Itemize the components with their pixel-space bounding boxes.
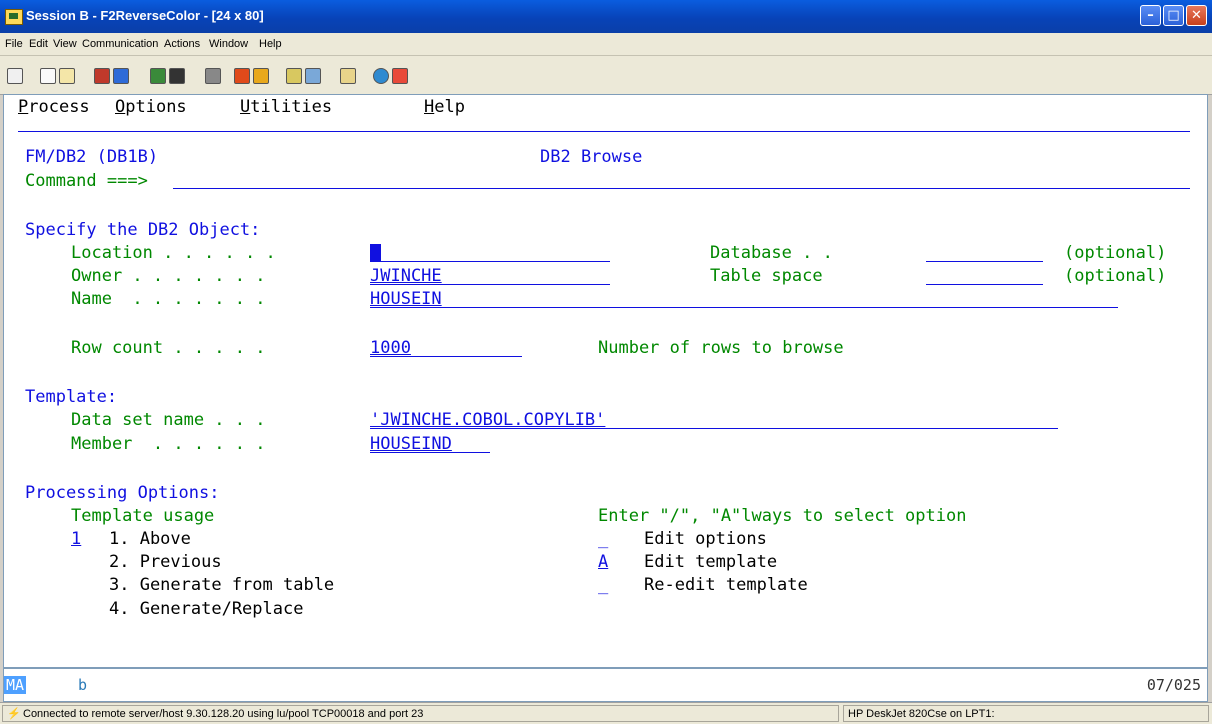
dsname-input-underline <box>370 428 1058 429</box>
owner-label: Owner . . . . . . . <box>71 266 266 286</box>
clipboard-icon[interactable] <box>340 68 356 84</box>
option-hint: Enter "/", "A"lways to select option <box>598 506 967 526</box>
connection-icon: ⚡ <box>7 708 21 720</box>
member-label: Member . . . . . . <box>71 434 266 454</box>
action-options[interactable]: Options <box>115 97 187 117</box>
command-label: Command ===> <box>25 171 148 191</box>
connection-status-panel: ⚡ Connected to remote server/host 9.30.1… <box>2 705 839 722</box>
mode-indicator: MA <box>4 676 27 694</box>
menu-bar: File Edit View Communication Actions Win… <box>0 33 1212 56</box>
text-cursor <box>370 244 381 262</box>
printer-status-panel: HP DeskJet 820Cse on LPT1: <box>843 705 1209 722</box>
action-help[interactable]: Help <box>424 97 465 117</box>
edit-options-input[interactable]: _ <box>598 529 608 549</box>
window-title: Session B - F2ReverseColor - [24 x 80] <box>26 8 264 23</box>
usage-option-1: 1. Above <box>109 529 191 549</box>
database-label: Database . . <box>710 243 833 263</box>
rowcount-input[interactable]: 1000 <box>370 338 411 358</box>
template-heading: Template: <box>25 387 118 407</box>
screen-icon[interactable] <box>169 68 185 84</box>
name-input-underline <box>370 307 1118 308</box>
maximize-button[interactable]: □ <box>1163 5 1184 26</box>
menu-communication[interactable]: Communication <box>82 38 158 50</box>
macro-stop-icon[interactable] <box>286 68 302 84</box>
name-input[interactable]: HOUSEIN <box>370 289 442 309</box>
edit-template-input[interactable]: A <box>598 552 608 572</box>
database-input-underline <box>926 261 1043 262</box>
dsname-input[interactable]: 'JWINCHE.COBOL.COPYLIB' <box>370 410 605 430</box>
reedit-template-input[interactable]: _ <box>598 575 608 595</box>
printer-status: HP DeskJet 820Cse on LPT1: <box>848 708 995 720</box>
bookmark-icon[interactable] <box>392 68 408 84</box>
session-indicator: b <box>78 676 88 694</box>
terminal-screen[interactable]: Process Options Utilities Help FM/DB2 (D… <box>3 94 1208 668</box>
macro-run-icon[interactable] <box>305 68 321 84</box>
display-icon[interactable] <box>7 68 23 84</box>
menu-file[interactable]: File <box>5 38 23 50</box>
menu-edit[interactable]: Edit <box>29 38 48 50</box>
keyboard-map-icon[interactable] <box>150 68 166 84</box>
usage-heading: Template usage <box>71 506 215 526</box>
minimize-button[interactable]: – <box>1140 5 1161 26</box>
menu-window[interactable]: Window <box>209 38 248 50</box>
action-process[interactable]: Process <box>18 97 90 117</box>
command-input-underline <box>173 188 1190 189</box>
menu-actions[interactable]: Actions <box>164 38 200 50</box>
toolbar <box>0 56 1212 95</box>
menu-help[interactable]: Help <box>259 38 282 50</box>
cursor-position: 07/025 <box>1146 676 1201 694</box>
member-input[interactable]: HOUSEIND <box>370 434 452 454</box>
copy-icon[interactable] <box>40 68 56 84</box>
macro-record-icon[interactable] <box>234 68 250 84</box>
usage-selection-input[interactable]: 1 <box>71 529 81 549</box>
owner-input-underline <box>370 284 610 285</box>
tablespace-label: Table space <box>710 266 823 286</box>
database-hint: (optional) <box>1064 243 1167 263</box>
edit-template-label: Edit template <box>644 552 778 572</box>
dsname-label: Data set name . . . <box>71 410 266 430</box>
status-bar: ⚡ Connected to remote server/host 9.30.1… <box>0 702 1212 724</box>
location-input-underline <box>370 261 610 262</box>
action-utilities[interactable]: Utilities <box>240 97 332 117</box>
title-bar: Session B - F2ReverseColor - [24 x 80] –… <box>0 0 1212 33</box>
rowcount-label: Row count . . . . . <box>71 338 266 358</box>
edit-options-label: Edit options <box>644 529 767 549</box>
paste-icon[interactable] <box>59 68 75 84</box>
tablespace-input-underline <box>926 284 1043 285</box>
reedit-template-label: Re-edit template <box>644 575 808 595</box>
menu-view[interactable]: View <box>53 38 77 50</box>
panel-id: FM/DB2 (DB1B) <box>25 147 159 167</box>
send-icon[interactable] <box>94 68 110 84</box>
globe-icon[interactable] <box>373 68 389 84</box>
usage-option-2: 2. Previous <box>109 552 222 572</box>
name-label: Name . . . . . . . <box>71 289 266 309</box>
rowcount-input-underline <box>370 356 522 357</box>
macro-play-icon[interactable] <box>253 68 269 84</box>
usage-option-4: 4. Generate/Replace <box>109 599 304 619</box>
processing-heading: Processing Options: <box>25 483 220 503</box>
owner-input[interactable]: JWINCHE <box>370 266 442 286</box>
member-input-underline <box>370 452 490 453</box>
spec-heading: Specify the DB2 Object: <box>25 220 261 240</box>
rowcount-hint: Number of rows to browse <box>598 338 844 358</box>
tablespace-hint: (optional) <box>1064 266 1167 286</box>
usage-option-3: 3. Generate from table <box>109 575 335 595</box>
connection-status: Connected to remote server/host 9.30.128… <box>23 708 424 720</box>
panel-title: DB2 Browse <box>540 147 643 167</box>
location-label: Location . . . . . . <box>71 243 276 263</box>
action-bar-separator <box>18 131 1190 132</box>
close-button[interactable]: ✕ <box>1186 5 1207 26</box>
receive-icon[interactable] <box>113 68 129 84</box>
app-icon <box>5 9 23 25</box>
calculator-icon[interactable] <box>205 68 221 84</box>
operator-info-area: MA b 07/025 <box>3 668 1208 702</box>
